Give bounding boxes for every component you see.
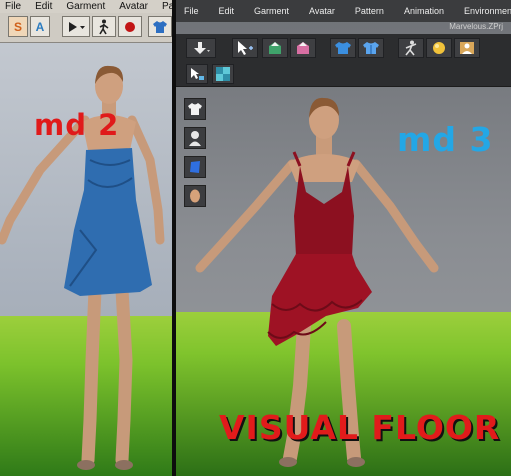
yellow-sphere-icon xyxy=(433,42,445,54)
md2-menu-avatar[interactable]: Avatar xyxy=(119,0,148,13)
play-button[interactable] xyxy=(62,16,90,37)
walking-figure-icon xyxy=(99,19,109,34)
project-title: Marvelous.ZPrj xyxy=(449,22,503,31)
garment-move-icon xyxy=(269,42,281,54)
md3-menu-environment[interactable]: Environment xyxy=(464,0,511,22)
md3-toolbar-main xyxy=(176,34,511,62)
garment-edit-button[interactable] xyxy=(290,38,316,58)
md2-menu-garment[interactable]: Garment xyxy=(66,0,105,13)
md3-menu-garment[interactable]: Garment xyxy=(254,0,289,22)
import-dropdown-button[interactable] xyxy=(186,38,216,58)
md2-menu-edit[interactable]: Edit xyxy=(35,0,52,13)
md2-menu-file[interactable]: File xyxy=(5,0,21,13)
sphere-button[interactable] xyxy=(426,38,452,58)
down-arrow-icon xyxy=(194,42,210,54)
md3-version-label: md 3 xyxy=(397,120,494,159)
move-garment-button[interactable] xyxy=(262,38,288,58)
md2-toolbar: S A xyxy=(0,13,172,43)
pin-tool-button[interactable] xyxy=(186,64,208,84)
md3-menu-animation[interactable]: Animation xyxy=(404,0,444,22)
avatar-button[interactable] xyxy=(454,38,480,58)
shirt-icon xyxy=(153,20,167,33)
visual-floor-caption: VISUAL FLOOR xyxy=(219,408,501,447)
shirt-back-icon xyxy=(363,42,379,54)
md3-menu-file[interactable]: File xyxy=(184,0,199,22)
avatar-person-icon xyxy=(460,42,474,54)
s-mode-button[interactable]: S xyxy=(8,16,28,37)
md3-menu-avatar[interactable]: Avatar xyxy=(309,0,335,22)
texture-button[interactable] xyxy=(212,64,234,84)
record-icon xyxy=(125,21,135,32)
md3-viewport-pane: File Edit Garment Avatar Pattern Animati… xyxy=(176,0,511,476)
shirt-front-button[interactable] xyxy=(330,38,356,58)
a-mode-button[interactable]: A xyxy=(30,16,50,37)
garment-edit-icon xyxy=(297,42,309,54)
record-button[interactable] xyxy=(118,16,142,37)
md2-menu-bar: File Edit Garment Avatar Pat xyxy=(0,0,172,13)
md3-menu-edit[interactable]: Edit xyxy=(219,0,235,22)
play-icon xyxy=(69,21,85,32)
md2-version-label: md 2 xyxy=(34,108,120,142)
shirt-front-icon xyxy=(335,42,351,54)
md2-menu-pattern[interactable]: Pat xyxy=(162,0,172,13)
pin-cursor-icon xyxy=(191,68,204,80)
md3-menu-pattern[interactable]: Pattern xyxy=(355,0,384,22)
shirt-back-button[interactable] xyxy=(358,38,384,58)
running-figure-icon xyxy=(405,40,417,56)
shirt-button[interactable] xyxy=(148,16,172,37)
walk-button[interactable] xyxy=(92,16,116,37)
md3-toolbar-secondary xyxy=(176,62,511,87)
md2-viewport-pane: File Edit Garment Avatar Pat S A xyxy=(0,0,172,476)
run-simulation-button[interactable] xyxy=(398,38,424,58)
md3-menu-bar: File Edit Garment Avatar Pattern Animati… xyxy=(176,0,511,22)
checker-texture-icon xyxy=(216,67,230,81)
select-move-button[interactable] xyxy=(232,38,258,58)
select-cursor-icon xyxy=(238,41,253,55)
